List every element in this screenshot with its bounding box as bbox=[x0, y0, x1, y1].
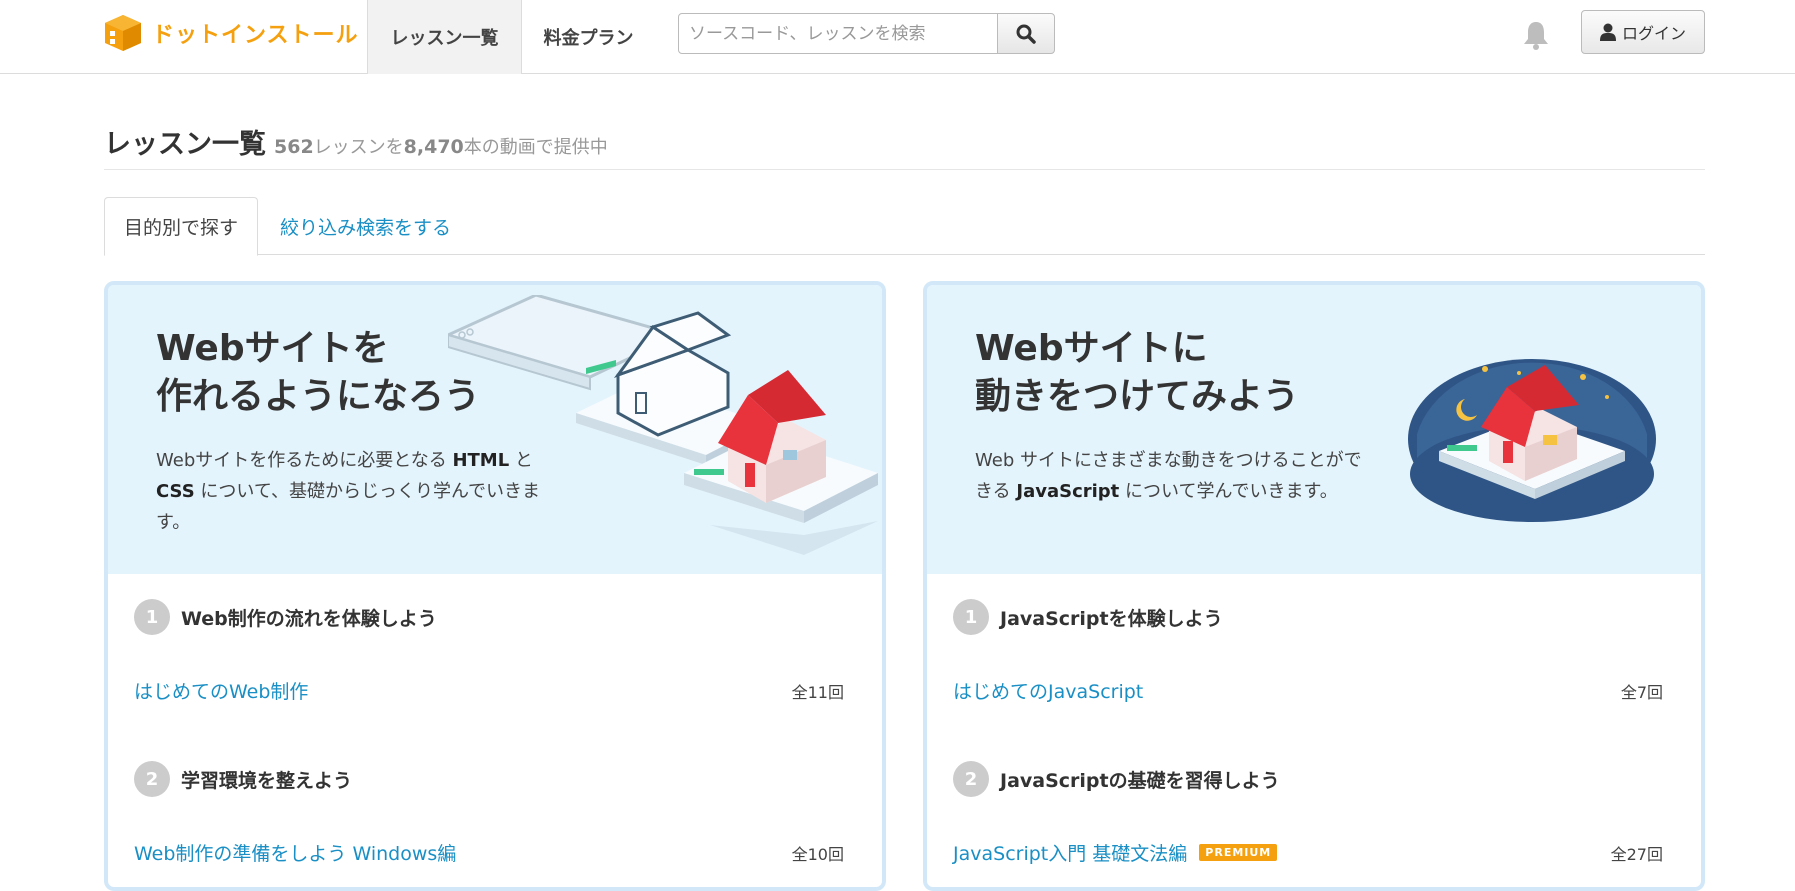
lesson-link[interactable]: はじめてのJavaScript bbox=[953, 677, 1143, 704]
tab-filter-search[interactable]: 絞り込み検索をする bbox=[280, 197, 451, 255]
search-input[interactable] bbox=[678, 13, 998, 54]
nav-lessons[interactable]: レッスン一覧 bbox=[367, 0, 522, 74]
card-hero: Webサイトを 作れるようになろう Webサイトを作るために必要となる HTML… bbox=[108, 285, 882, 574]
logo-text: ドットインストール bbox=[152, 23, 359, 48]
page-title: レッスン一覧 bbox=[104, 129, 266, 160]
page-title-bar: レッスン一覧 562レッスンを8,470本の動画で提供中 bbox=[104, 122, 1705, 170]
lesson-count: 562 bbox=[274, 136, 314, 158]
card-title: Webサイトに 動きをつけてみよう bbox=[975, 328, 1300, 417]
lesson-suffix: レッスンを bbox=[313, 137, 404, 158]
step-2: 2 JavaScriptの基礎を習得しよう bbox=[953, 761, 1280, 797]
search-mode-tabs: 目的別で探す 絞り込み検索をする bbox=[104, 197, 1705, 256]
step-title: JavaScriptの基礎を習得しよう bbox=[1000, 769, 1280, 792]
step-title: 学習環境を整えよう bbox=[181, 769, 353, 792]
search-icon bbox=[1016, 24, 1036, 44]
step-number: 1 bbox=[953, 599, 989, 635]
search-button[interactable] bbox=[997, 13, 1055, 54]
lesson-link[interactable]: JavaScript入門 基礎文法編 PREMIUM bbox=[953, 839, 1278, 866]
step-1: 1 JavaScriptを体験しよう bbox=[953, 599, 1223, 635]
course-card-web: Webサイトを 作れるようになろう Webサイトを作るために必要となる HTML… bbox=[104, 281, 886, 891]
course-card-javascript: Webサイトに 動きをつけてみよう Web サイトにさまざまな動きをつけることが… bbox=[923, 281, 1705, 891]
notification-bell-icon[interactable] bbox=[1522, 20, 1550, 50]
lesson-row: はじめてのWeb制作 全11回 bbox=[134, 677, 844, 704]
lesson-count: 全27回 bbox=[1610, 844, 1663, 864]
lesson-row: Web制作の準備をしよう Windows編 全10回 bbox=[134, 839, 844, 866]
card-title: Webサイトを 作れるようになろう bbox=[156, 328, 481, 417]
night-house-illustration-icon bbox=[1408, 359, 1656, 522]
step-2: 2 学習環境を整えよう bbox=[134, 761, 352, 797]
step-title: Web制作の流れを体験しよう bbox=[181, 607, 437, 630]
lesson-count: 全11回 bbox=[791, 682, 844, 702]
nav-pricing[interactable]: 料金プラン bbox=[522, 0, 655, 74]
houses-illustration-icon bbox=[448, 295, 878, 555]
lesson-row: はじめてのJavaScript 全7回 bbox=[953, 677, 1663, 704]
lesson-row: JavaScript入門 基礎文法編 PREMIUM 全27回 bbox=[953, 839, 1663, 866]
card-description: Web サイトにさまざまな動きをつけることができる JavaScript につい… bbox=[975, 450, 1362, 502]
step-1: 1 Web制作の流れを体験しよう bbox=[134, 599, 437, 635]
video-suffix: 本の動画で提供中 bbox=[463, 137, 608, 158]
lesson-link-label: JavaScript入門 基礎文法編 bbox=[953, 843, 1188, 865]
dotinstall-logo-icon bbox=[105, 15, 141, 51]
login-label: ログイン bbox=[1621, 24, 1686, 43]
top-header: ドットインストール レッスン一覧 料金プラン ログイン bbox=[0, 0, 1795, 74]
tab-by-purpose[interactable]: 目的別で探す bbox=[104, 197, 258, 256]
user-icon bbox=[1599, 23, 1616, 41]
step-number: 1 bbox=[134, 599, 170, 635]
page-subtitle: 562レッスンを8,470本の動画で提供中 bbox=[274, 133, 608, 159]
lesson-count: 全7回 bbox=[1620, 682, 1663, 702]
step-title: JavaScriptを体験しよう bbox=[1000, 607, 1223, 630]
lesson-count: 全10回 bbox=[791, 844, 844, 864]
step-number: 2 bbox=[134, 761, 170, 797]
premium-badge: PREMIUM bbox=[1199, 844, 1278, 861]
video-count: 8,470 bbox=[403, 136, 464, 158]
lesson-link[interactable]: Web制作の準備をしよう Windows編 bbox=[134, 839, 456, 866]
card-hero: Webサイトに 動きをつけてみよう Web サイトにさまざまな動きをつけることが… bbox=[927, 285, 1701, 574]
step-number: 2 bbox=[953, 761, 989, 797]
lesson-link[interactable]: はじめてのWeb制作 bbox=[134, 677, 308, 704]
login-button[interactable]: ログイン bbox=[1581, 10, 1705, 54]
site-logo[interactable]: ドットインストール bbox=[102, 13, 359, 53]
